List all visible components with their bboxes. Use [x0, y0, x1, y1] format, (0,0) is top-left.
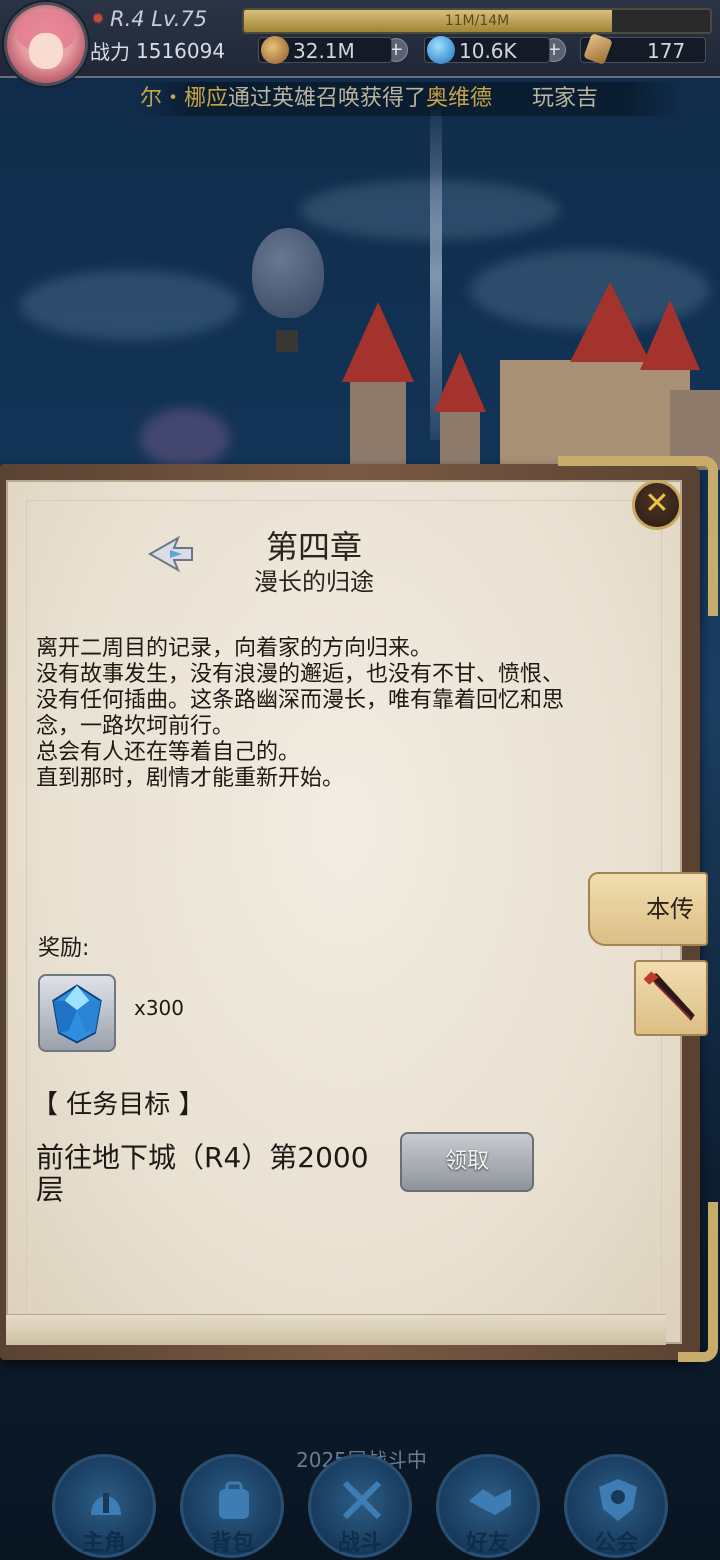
- power-value: 1516094: [136, 38, 226, 63]
- close-button[interactable]: ✕: [632, 480, 682, 530]
- castle: [340, 282, 720, 470]
- gold-resource: 32.1M +: [258, 36, 408, 64]
- backpack-icon: [219, 1481, 249, 1519]
- handshake-icon: [469, 1489, 511, 1515]
- exp-bar: 11M/14M: [242, 8, 712, 34]
- helmet-icon: [91, 1493, 121, 1515]
- crystal-icon: [427, 36, 455, 64]
- nav-friends-label: 好友: [465, 1531, 510, 1556]
- claim-button[interactable]: 领取: [400, 1132, 534, 1192]
- scroll-value: 177: [647, 39, 686, 63]
- scroll-icon: [583, 33, 613, 65]
- nav-guild-label: 公会: [593, 1531, 638, 1556]
- level-row: ✹ R.4 Lv.75: [88, 6, 207, 32]
- guild-crest-icon: [599, 1479, 637, 1521]
- ticker-player-name: 尔・梛应: [140, 86, 229, 111]
- top-hud: ✹ R.4 Lv.75 11M/14M 战力 1516094 32.1M + 1…: [0, 0, 720, 78]
- blue-gem-icon: [52, 984, 102, 1044]
- side-tab-weapon[interactable]: [634, 960, 708, 1036]
- crystal-value: 10.6K: [459, 39, 517, 63]
- rank-badge-icon: ✹: [91, 9, 105, 28]
- nav-hero-button[interactable]: 主角: [52, 1454, 156, 1558]
- bottom-nav: 主角 背包 战斗 好友 公会: [0, 1440, 720, 1560]
- reward-item-slot[interactable]: [38, 974, 116, 1052]
- chapter-subtitle: 漫长的归途: [254, 568, 374, 596]
- gold-value: 32.1M: [293, 39, 355, 63]
- chapter-story-text: 离开二周目的记录，向着家的方向归来。 没有故事发生，没有浪漫的邂逅，也没有不甘、…: [36, 636, 565, 791]
- reward-label: 奖励:: [38, 936, 90, 961]
- combat-power: 战力 1516094: [90, 36, 225, 65]
- crossed-swords-icon: [342, 1480, 382, 1520]
- player-avatar[interactable]: [4, 2, 88, 86]
- announcement-ticker: 尔・梛应通过英雄召唤获得了奥维德 玩家吉: [140, 82, 680, 116]
- hot-air-balloon: [252, 228, 324, 318]
- ticker-message: 通过英雄召唤获得了: [228, 86, 427, 111]
- nav-bag-label: 背包: [209, 1531, 254, 1556]
- nav-battle-button[interactable]: 战斗: [308, 1454, 412, 1558]
- nav-hero-label: 主角: [81, 1531, 126, 1556]
- gold-coin-icon: [261, 36, 289, 64]
- scroll-resource: 177: [580, 33, 706, 65]
- nav-bag-button[interactable]: 背包: [180, 1454, 284, 1558]
- nav-friends-button[interactable]: 好友: [436, 1454, 540, 1558]
- side-tab-main-story[interactable]: 本传: [588, 872, 708, 946]
- sword-icon: [643, 971, 695, 1021]
- nav-guild-button[interactable]: 公会: [564, 1454, 668, 1558]
- crystal-resource: 10.6K +: [424, 36, 566, 64]
- dialog-paper: 第四章 漫长的归途 离开二周目的记录，向着家的方向归来。 没有故事发生，没有浪漫…: [6, 480, 682, 1344]
- paper-scroll-edge: [6, 1314, 666, 1345]
- task-header: 【 任务目标 】: [32, 1090, 205, 1120]
- nav-battle-label: 战斗: [337, 1531, 382, 1556]
- frame-gold-corner-bottom: [678, 1202, 718, 1362]
- exp-text: 11M/14M: [444, 13, 510, 29]
- power-label: 战力: [90, 40, 130, 64]
- rank-level-text: R.4 Lv.75: [110, 7, 208, 31]
- ticker-hero-name: 奥维德: [426, 86, 493, 111]
- chapter-dialog: 第四章 漫长的归途 离开二周目的记录，向着家的方向归来。 没有故事发生，没有浪漫…: [0, 456, 718, 1362]
- ticker-next-message: 玩家吉: [532, 86, 599, 111]
- reward-quantity: x300: [134, 996, 185, 1020]
- task-objective-text: 前往地下城（R4）第2000层: [36, 1141, 369, 1206]
